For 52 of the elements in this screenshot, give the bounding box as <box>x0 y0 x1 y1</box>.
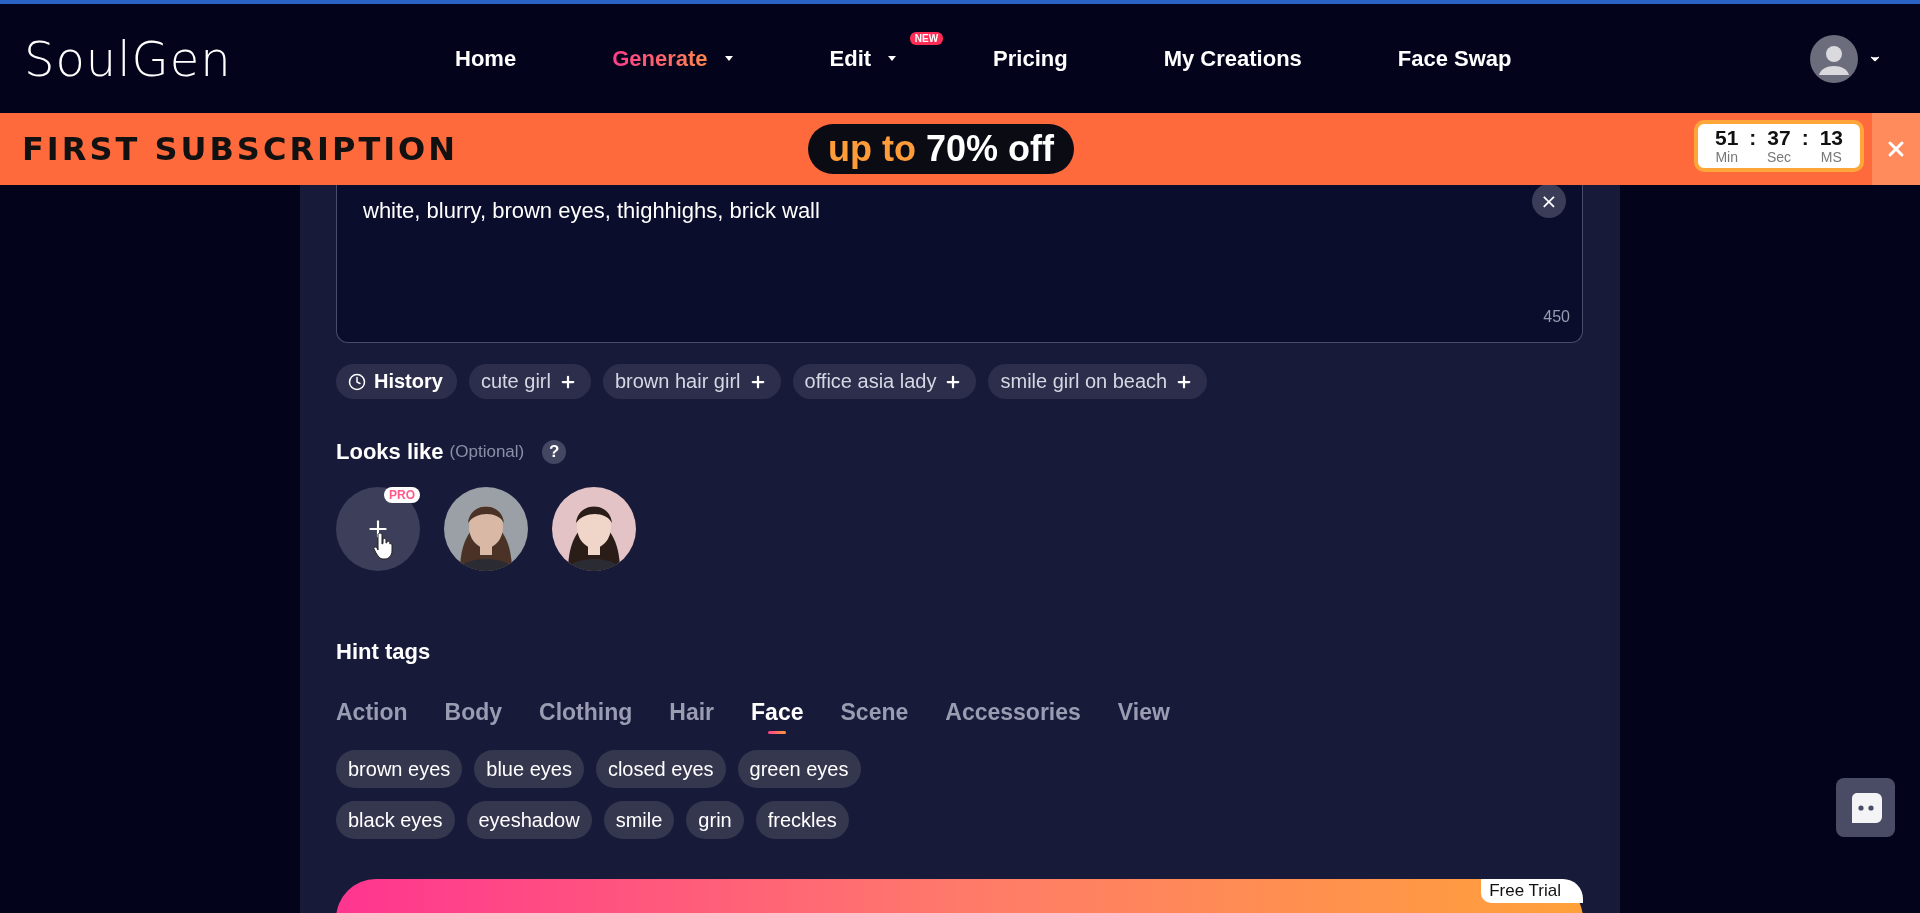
character-count: 450 <box>1543 308 1570 326</box>
timer-value: 37 <box>1767 127 1791 149</box>
suggestion-tag[interactable]: cute girl <box>468 364 591 399</box>
hint-tag[interactable]: eyeshadow <box>466 801 592 839</box>
suggestion-tag[interactable]: brown hair girl <box>602 364 781 399</box>
free-trial-badge: Free Trial <box>1481 879 1583 903</box>
nav-link[interactable]: Home <box>455 45 517 72</box>
section-title: Hint tags <box>336 639 432 665</box>
history-button[interactable]: History <box>336 364 457 399</box>
timer-separator: : <box>1749 126 1757 150</box>
logo[interactable]: SoulGen <box>24 30 455 87</box>
prompt-text: white, blurry, brown eyes, thighhighs, brick wall <box>363 198 820 224</box>
clock-icon <box>348 372 366 391</box>
hint-tag[interactable]: green eyes <box>737 750 861 788</box>
category-tab[interactable]: Body <box>444 699 503 736</box>
pro-badge: PRO <box>384 487 420 503</box>
help-button[interactable]: ? <box>542 440 567 464</box>
hint-tag[interactable]: closed eyes <box>595 750 726 788</box>
category-tab[interactable]: View <box>1117 699 1170 736</box>
section-title: Looks like <box>336 439 444 465</box>
hint-tag[interactable]: brown eyes <box>336 750 463 788</box>
hint-tag[interactable]: blue eyes <box>474 750 584 788</box>
chat-button[interactable] <box>1836 778 1895 837</box>
prompt-field[interactable]: white, blurry, brown eyes, thighhighs, brick wall × 450 <box>336 185 1583 343</box>
discount-pill: up to 70% off <box>808 124 1074 174</box>
nav-link[interactable]: Pricing <box>993 45 1068 72</box>
promo-title: FIRST SUBSCRIPTION <box>22 130 460 168</box>
nav-link[interactable]: My Creations <box>1163 45 1302 72</box>
nav-link[interactable]: Face Swap <box>1397 45 1512 72</box>
category-tab[interactable]: Scene <box>840 699 909 736</box>
category-tab[interactable]: Face <box>751 699 804 736</box>
optional-note: (Optional) <box>449 442 525 462</box>
category-tab[interactable]: Accessories <box>945 699 1081 736</box>
category-tab[interactable]: Clothing <box>539 699 633 736</box>
clear-button[interactable]: × <box>1532 185 1566 218</box>
hint-tag[interactable]: freckles <box>755 801 849 839</box>
timer-value: 13 <box>1819 127 1843 149</box>
timer-unit: Sec <box>1766 149 1792 165</box>
hint-tag[interactable]: grin <box>686 801 744 839</box>
suggestion-tag[interactable]: office asia lady <box>792 364 977 399</box>
timer-unit: MS <box>1820 149 1842 165</box>
timer-value: 51 <box>1715 127 1739 149</box>
timer-unit: Min <box>1715 149 1738 165</box>
timer-separator: : <box>1801 126 1809 150</box>
user-avatar-icon[interactable] <box>1810 34 1858 83</box>
category-tab[interactable]: Hair <box>669 699 715 736</box>
generate-button[interactable]: Free Trial <box>336 879 1583 913</box>
hint-tag[interactable]: smile <box>603 801 675 839</box>
hint-tag[interactable]: black eyes <box>336 801 455 839</box>
category-tab[interactable]: Action <box>336 699 408 736</box>
new-badge: NEW <box>909 31 944 45</box>
suggestion-tag[interactable]: smile girl on beach <box>988 364 1208 399</box>
